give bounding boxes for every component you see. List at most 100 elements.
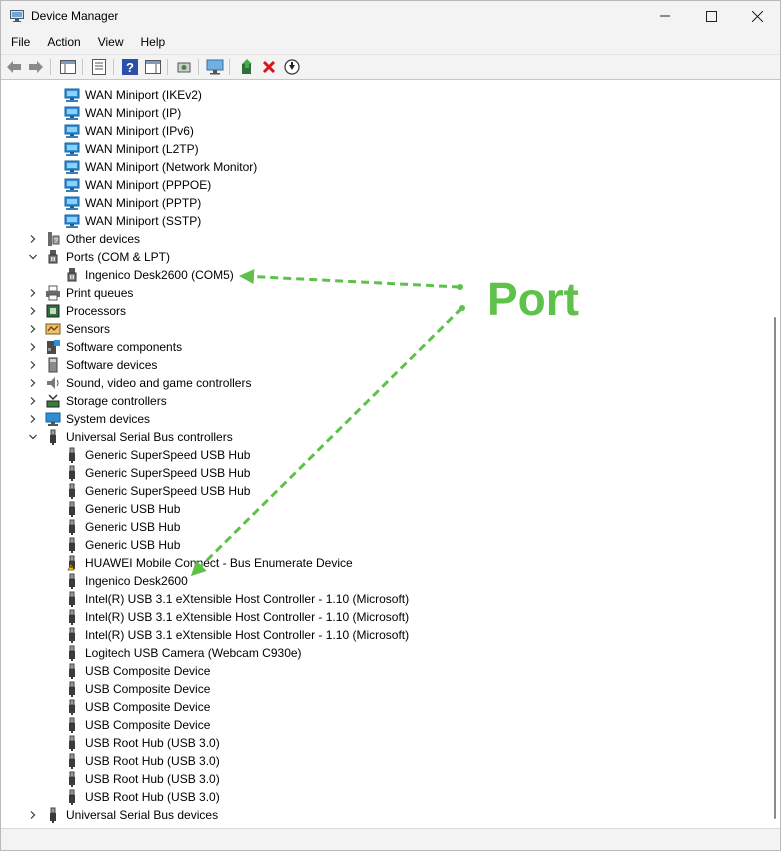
tree-device[interactable]: WAN Miniport (IPv6) — [1, 122, 761, 140]
tree-device[interactable]: USB Composite Device — [1, 716, 761, 734]
chevron-right-icon[interactable] — [28, 810, 38, 820]
scan-hardware-icon — [177, 62, 191, 73]
tree-category[interactable]: Processors — [1, 302, 761, 320]
scrollbar-thumb[interactable] — [774, 317, 776, 819]
tree-category[interactable]: System devices — [1, 410, 761, 428]
chevron-right-icon[interactable] — [28, 234, 38, 244]
tree-category[interactable]: Software devices — [1, 356, 761, 374]
maximize-button[interactable] — [688, 1, 734, 31]
action-pane-button[interactable] — [144, 58, 162, 76]
device-tree[interactable]: WAN Miniport (IKEv2) WAN Miniport (IP) WAN… — [1, 79, 780, 829]
tree-device[interactable]: USB Composite Device — [1, 662, 761, 680]
tree-device[interactable]: Intel(R) USB 3.1 eXtensible Host Control… — [1, 590, 761, 608]
device-manager-window: Device Manager File Action View Help ? W… — [0, 0, 781, 851]
tree-device[interactable]: Intel(R) USB 3.1 eXtensible Host Control… — [1, 608, 761, 626]
close-button[interactable] — [734, 1, 780, 31]
tree-device[interactable]: USB Root Hub (USB 3.0) — [1, 752, 761, 770]
monitor-button[interactable] — [206, 58, 224, 76]
menu-help[interactable]: Help — [131, 32, 173, 53]
properties-icon — [92, 59, 106, 75]
device-manager-icon — [10, 10, 24, 22]
tree-device[interactable]: Intel(R) USB 3.1 eXtensible Host Control… — [1, 626, 761, 644]
console-tree-icon — [60, 60, 76, 74]
tree-device[interactable]: USB Composite Device — [1, 698, 761, 716]
tree-device[interactable]: Generic SuperSpeed USB Hub — [1, 482, 761, 500]
disable-device-button[interactable] — [283, 58, 301, 76]
svg-text:?: ? — [54, 238, 58, 245]
tree-item-label: Sound, video and game controllers — [66, 376, 252, 390]
tree-item-label: Intel(R) USB 3.1 eXtensible Host Control… — [85, 628, 410, 642]
tree-category[interactable]: Storage controllers — [1, 392, 761, 410]
chevron-down-icon[interactable] — [28, 252, 38, 262]
tree-category[interactable]: Universal Serial Bus controllers — [1, 428, 761, 446]
tree-device[interactable]: WAN Miniport (PPTP) — [1, 194, 761, 212]
tree-item-label: HUAWEI Mobile Connect - Bus Enumerate De… — [85, 556, 353, 570]
usb-icon — [69, 789, 75, 805]
title-bar[interactable]: Device Manager — [1, 1, 780, 31]
update-driver-button[interactable] — [238, 58, 256, 76]
scan-hardware-button[interactable] — [175, 58, 193, 76]
tree-device[interactable]: USB Root Hub (USB 3.0) — [1, 770, 761, 788]
menu-view[interactable]: View — [88, 32, 131, 53]
back-button[interactable] — [5, 58, 23, 76]
properties-button[interactable] — [90, 58, 108, 76]
tree-device[interactable]: WAN Miniport (PPPOE) — [1, 176, 761, 194]
tree-item-label: USB Composite Device — [85, 700, 211, 714]
usb-icon — [69, 663, 75, 679]
tree-category[interactable]: Sensors — [1, 320, 761, 338]
minimize-button[interactable] — [642, 1, 688, 31]
tree-device[interactable]: Generic USB Hub — [1, 500, 761, 518]
tree-device[interactable]: Generic SuperSpeed USB Hub — [1, 446, 761, 464]
chevron-right-icon[interactable] — [28, 414, 38, 424]
tree-category[interactable]: Print queues — [1, 284, 761, 302]
usb-icon — [69, 627, 75, 643]
network-adapter-icon — [64, 124, 80, 138]
chevron-down-icon[interactable] — [28, 432, 38, 442]
tree-device[interactable]: Generic USB Hub — [1, 536, 761, 554]
toolbar-separator — [82, 59, 83, 75]
tree-category[interactable]: ? Other devices — [1, 230, 761, 248]
tree-category[interactable]: Ports (COM & LPT) — [1, 248, 761, 266]
chevron-right-icon[interactable] — [28, 288, 38, 298]
tree-device[interactable]: WAN Miniport (SSTP) — [1, 212, 761, 230]
tree-device[interactable]: WAN Miniport (IKEv2) — [1, 86, 761, 104]
help-button[interactable]: ? — [121, 58, 139, 76]
forward-button[interactable] — [27, 58, 45, 76]
tree-device[interactable]: WAN Miniport (IP) — [1, 104, 761, 122]
tree-category[interactable]: Sound, video and game controllers — [1, 374, 761, 392]
usb-icon — [69, 501, 75, 517]
chevron-right-icon[interactable] — [28, 324, 38, 334]
tree-device[interactable]: USB Root Hub (USB 3.0) — [1, 734, 761, 752]
chevron-right-icon[interactable] — [28, 396, 38, 406]
chevron-right-icon[interactable] — [28, 342, 38, 352]
tree-device[interactable]: WAN Miniport (Network Monitor) — [1, 158, 761, 176]
chevron-right-icon[interactable] — [28, 360, 38, 370]
tree-device[interactable]: Generic SuperSpeed USB Hub — [1, 464, 761, 482]
tree-device[interactable]: USB Composite Device — [1, 680, 761, 698]
tree-item-label: USB Composite Device — [85, 682, 211, 696]
tree-item-label: Universal Serial Bus devices — [66, 808, 219, 822]
tree-device[interactable]: Ingenico Desk2600 — [1, 572, 761, 590]
tree-device[interactable]: Generic USB Hub — [1, 518, 761, 536]
network-adapter-icon — [64, 160, 80, 174]
menu-file[interactable]: File — [1, 32, 37, 53]
chevron-right-icon[interactable] — [28, 378, 38, 388]
show-hide-console-tree-button[interactable] — [59, 58, 77, 76]
tree-device[interactable]: USB Root Hub (USB 3.0) — [1, 788, 761, 806]
tree-item-label: Ingenico Desk2600 (COM5) — [85, 268, 234, 282]
tree-item-label: USB Composite Device — [85, 664, 211, 678]
tree-category[interactable]: Universal Serial Bus devices — [1, 806, 761, 824]
software-component-icon — [47, 340, 60, 354]
tree-category[interactable]: Software components — [1, 338, 761, 356]
tree-item-label: System devices — [66, 412, 151, 426]
tree-device[interactable]: WAN Miniport (L2TP) — [1, 140, 761, 158]
tree-item-label: Logitech USB Camera (Webcam C930e) — [85, 646, 302, 660]
tree-device[interactable]: Ingenico Desk2600 (COM5) — [1, 266, 761, 284]
network-adapter-icon — [64, 214, 80, 228]
chevron-right-icon[interactable] — [28, 306, 38, 316]
tree-device[interactable]: Logitech USB Camera (Webcam C930e) — [1, 644, 761, 662]
tree-device[interactable]: HUAWEI Mobile Connect - Bus Enumerate De… — [1, 554, 761, 572]
uninstall-device-button[interactable] — [260, 58, 278, 76]
menu-action[interactable]: Action — [37, 32, 87, 53]
vertical-scrollbar[interactable] — [768, 80, 780, 829]
